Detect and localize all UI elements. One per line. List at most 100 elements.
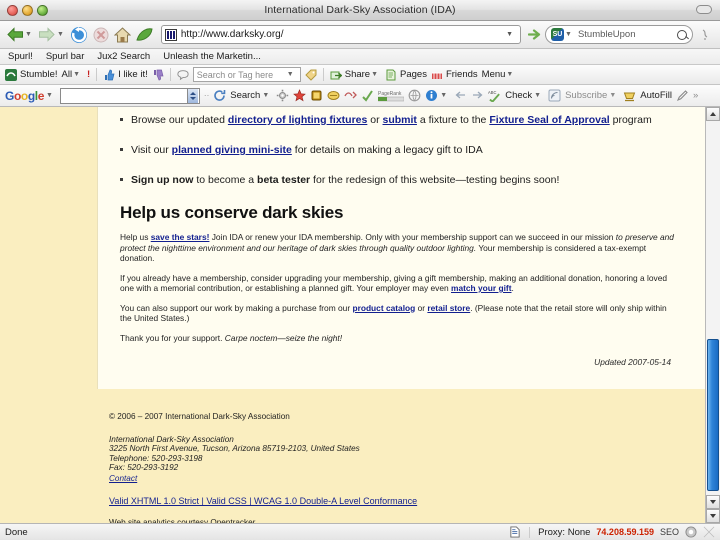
magnifier-icon[interactable] [677,30,687,40]
tag-icon[interactable] [305,69,317,81]
address-history-caret-icon[interactable]: ▼ [502,31,517,38]
google-search-input[interactable] [60,88,200,104]
chevron-down-icon[interactable]: ▼ [371,71,378,78]
close-button[interactable] [7,5,18,16]
pencil-icon[interactable] [676,89,689,102]
page-icon[interactable] [509,526,521,538]
content-link[interactable]: Fixture Seal of Approval [489,114,609,126]
site-favicon-icon [165,29,177,41]
search-engine-caret-icon[interactable]: ▼ [565,31,572,38]
content-link[interactable]: product catalog [352,303,415,313]
bookmark-item[interactable]: Spurl! [8,51,33,62]
alert-indicator[interactable]: ! [87,69,90,80]
seo-label[interactable]: SEO [660,527,679,537]
friends-button[interactable]: Friends [431,69,478,81]
validation-links[interactable]: Valid XHTML 1.0 Strict | Valid CSS | WCA… [109,496,705,506]
info-icon[interactable] [425,89,438,102]
scroll-down-button-2[interactable] [706,509,720,523]
paragraph-1: If you already have a membership, consid… [120,273,705,294]
chevron-down-icon[interactable]: ▼ [262,92,269,99]
back-history-caret-icon[interactable]: ▼ [25,31,32,38]
home-icon[interactable] [113,25,133,45]
back-word-icon[interactable] [454,89,467,102]
address-bar[interactable]: http://www.darksky.org/ ▼ [161,25,521,44]
contact-link[interactable]: Contact [109,474,137,484]
stumbleupon-icon [5,69,17,81]
google-subscribe-label[interactable]: Subscribe [565,90,607,101]
comment-bubble-icon[interactable] [177,69,189,81]
content-link[interactable]: submit [383,114,417,126]
page-info-circle-icon[interactable] [408,89,421,102]
all-filter-button[interactable]: All ▼ [62,69,84,80]
popup-blocker-icon[interactable] [327,89,340,102]
tag-input[interactable]: Search or Tag here ▼ [193,67,301,82]
word-find-icon[interactable] [344,89,357,102]
toolbar-overflow-icon[interactable] [695,25,715,45]
toolbar-toggle-button[interactable] [696,5,712,14]
scroll-down-button[interactable] [706,495,720,509]
scroll-up-button[interactable] [706,107,720,121]
minimize-button[interactable] [22,5,33,16]
content-link[interactable]: planned giving mini-site [172,144,292,156]
announcement-list: Browse our updated directory of lighting… [98,107,705,187]
google-menu-caret-icon[interactable]: ▼ [46,92,53,99]
bookmark-item[interactable]: Unleash the Marketin... [163,51,261,62]
resize-grip-icon[interactable] [703,526,715,538]
star-icon[interactable] [293,89,306,102]
google-check-label[interactable]: Check [505,90,532,101]
bookmark-item[interactable]: Spurl bar [46,51,85,62]
i-like-it-label: I like it! [118,69,148,80]
google-autofill-label[interactable]: AutoFill [640,90,672,101]
i-like-it-button[interactable]: I like it! [103,69,148,81]
thumbs-down-icon[interactable] [152,69,164,81]
list-item: Sign up now to become a beta tester for … [120,173,705,187]
share-button[interactable]: Share ▼ [330,69,381,81]
stumble-button[interactable]: Stumble! [5,69,58,81]
stop-icon[interactable] [91,25,111,45]
go-arrow-icon[interactable] [527,26,543,44]
back-arrow-icon[interactable] [5,25,25,45]
chevron-down-icon[interactable]: ▼ [287,71,294,78]
refresh-icon[interactable] [213,89,226,102]
search-input[interactable]: SU ▼ StumbleUpon [545,25,693,44]
updated-date: Updated 2007-05-14 [98,357,705,367]
spellcheck-icon[interactable] [361,89,374,102]
google-search-label[interactable]: Search [230,90,260,101]
highlighter-icon[interactable] [310,89,323,102]
google-search-stepper[interactable] [187,89,198,103]
proxy-status[interactable]: Proxy: None [538,527,590,538]
autofill-icon[interactable] [623,89,636,102]
chevron-down-icon[interactable]: ▼ [609,92,616,99]
google-toolbar-overflow[interactable]: » [693,90,698,101]
chevron-down-icon[interactable]: ▼ [506,71,513,78]
reload-icon[interactable] [69,25,89,45]
seo-icon[interactable] [685,526,697,538]
content-link[interactable]: save the stars! [151,232,210,242]
plain-text: or [415,303,427,313]
menu-button[interactable]: Menu ▼ [482,69,517,80]
content-link[interactable]: match your gift [451,283,512,293]
leaf-icon[interactable] [135,25,155,45]
pages-icon [385,69,397,81]
pagerank-meter-icon[interactable]: PageRank [378,89,404,102]
share-label: Share [345,69,370,80]
bookmark-item[interactable]: Jux2 Search [97,51,150,62]
chevron-down-icon[interactable]: ▼ [534,92,541,99]
scrollbar-thumb[interactable] [707,339,719,491]
pages-button[interactable]: Pages [385,69,427,81]
forward-history-caret-icon[interactable]: ▼ [57,31,64,38]
title-bar: International Dark-Sky Association (IDA) [0,0,720,21]
zoom-button[interactable] [37,5,48,16]
vertical-scrollbar[interactable] [705,107,720,523]
chevron-down-icon[interactable]: ▼ [440,92,447,99]
bullet-text-1: Visit our planned giving mini-site for d… [131,144,483,156]
content-link[interactable]: retail store [427,303,470,313]
toolbar-divider [96,68,97,81]
forward-word-icon[interactable] [471,89,484,102]
feed-icon[interactable] [548,89,561,102]
bookmarks-bar: Spurl! Spurl bar Jux2 Search Unleash the… [0,49,720,65]
gear-icon[interactable] [276,89,289,102]
forward-arrow-icon[interactable] [37,25,57,45]
chevron-down-icon[interactable]: ▼ [73,71,80,78]
content-link[interactable]: directory of lighting fixtures [228,114,367,126]
